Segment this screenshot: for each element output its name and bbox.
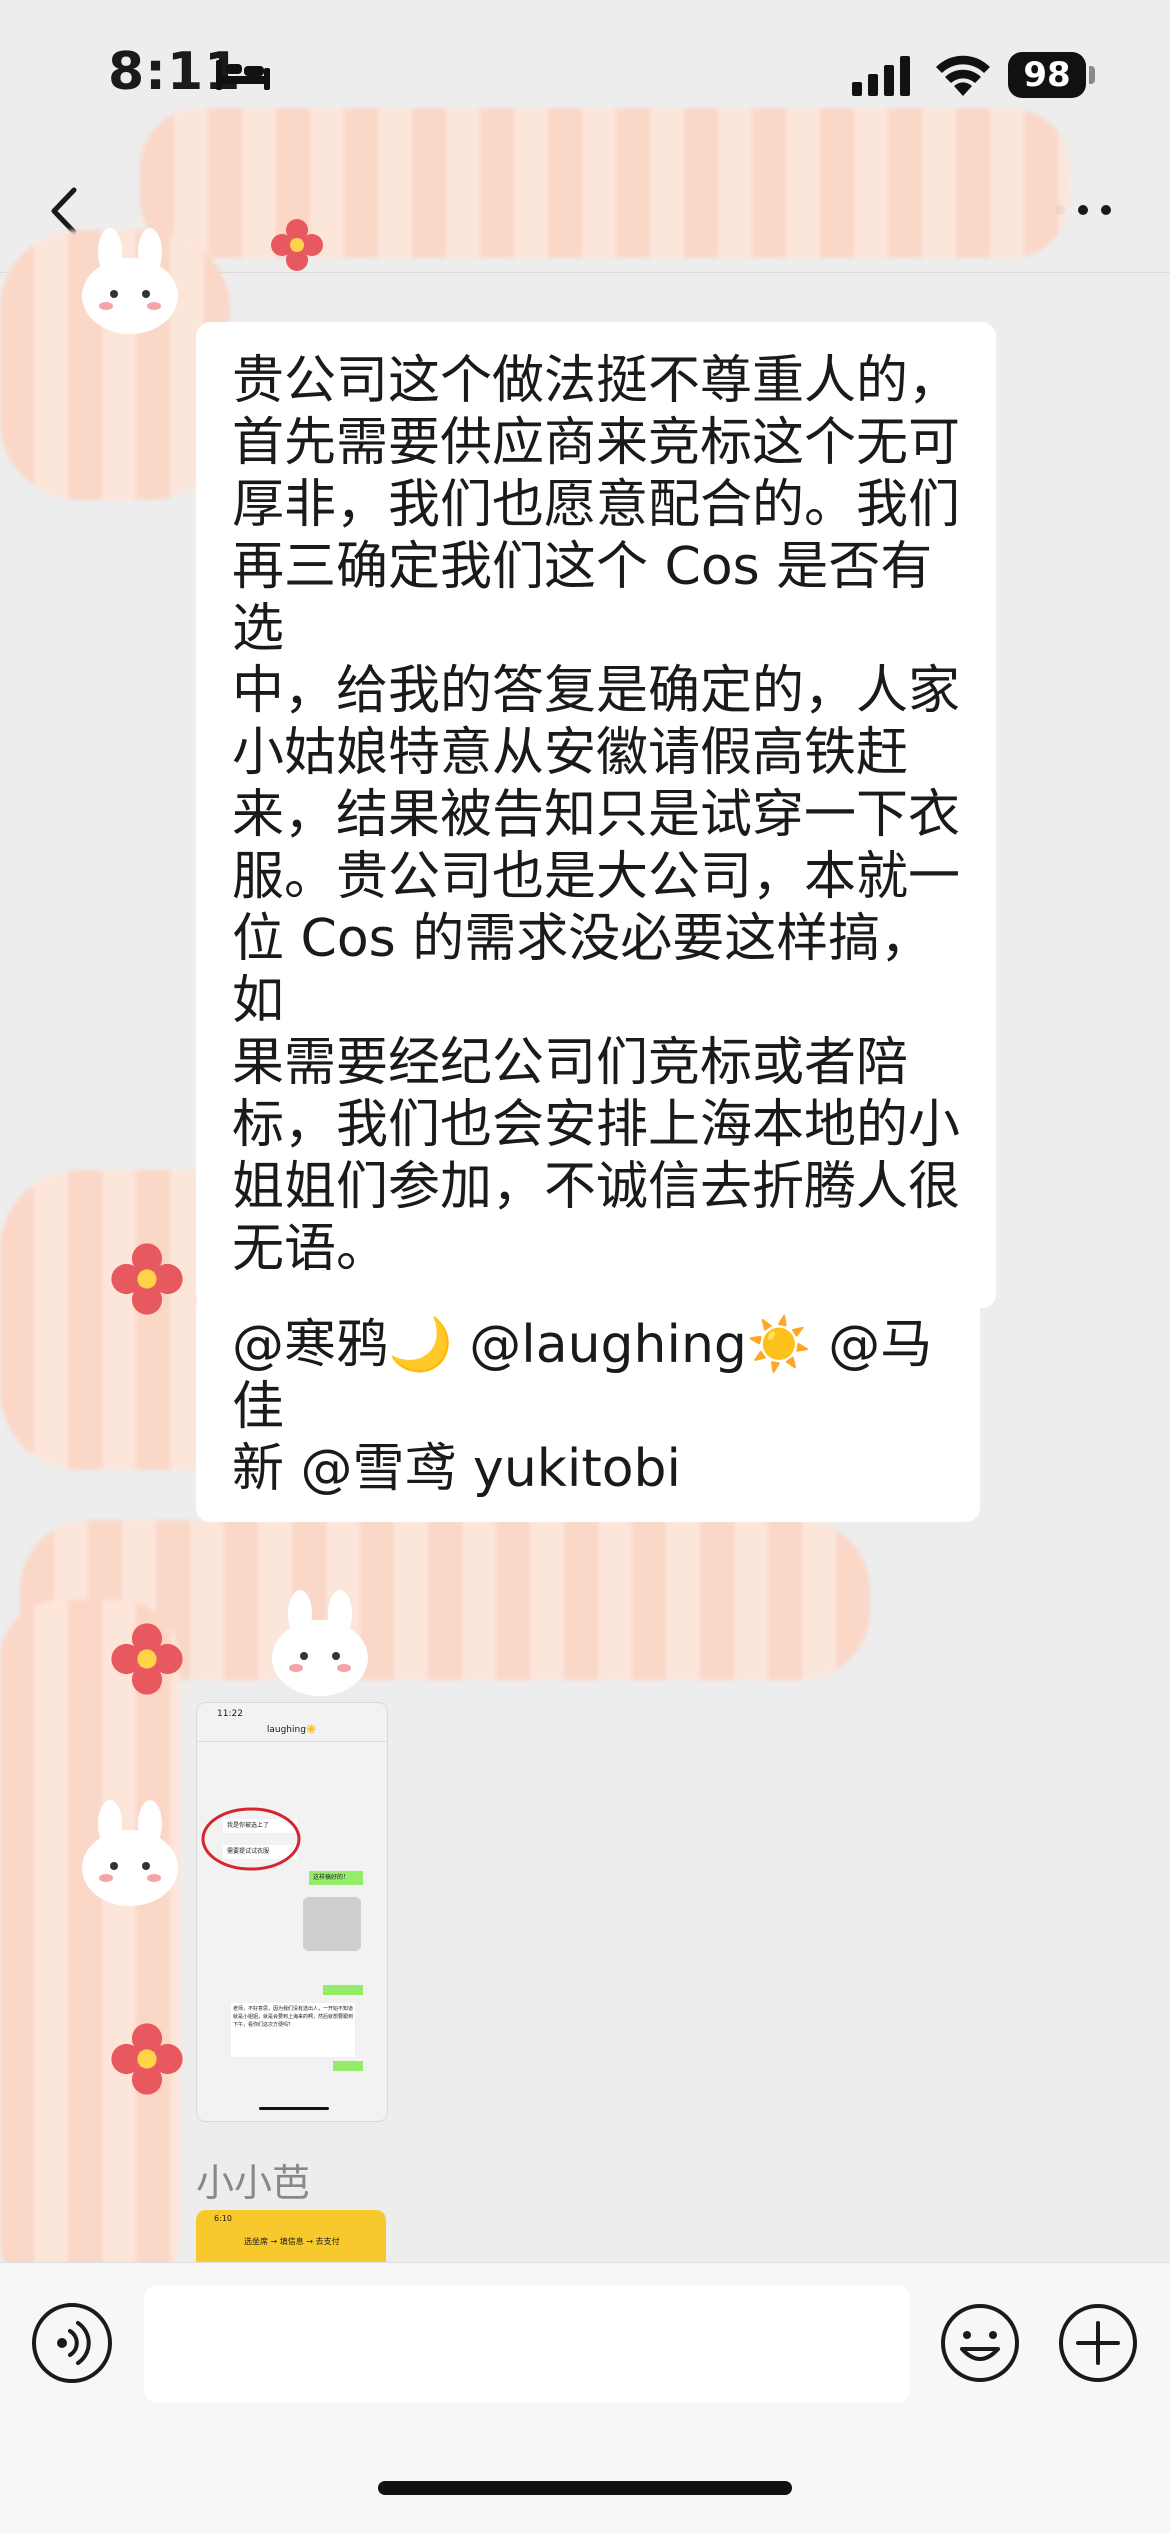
image-bubble: 这样搞好的！ [309, 1871, 363, 1885]
wifi-icon [936, 55, 990, 96]
emoji-icon[interactable] [938, 2301, 1022, 2385]
battery-nub [1089, 66, 1095, 84]
image-sticker [303, 1897, 361, 1951]
sleep-focus-icon [216, 60, 270, 90]
message-input[interactable] [144, 2285, 910, 2403]
card-text: 选坐席 → 填信息 → 去支付 [244, 2237, 340, 2246]
sender-name: 小小芭 [196, 2161, 311, 2205]
home-indicator[interactable] [378, 2481, 792, 2495]
battery-indicator: 98 [1008, 52, 1086, 98]
input-bar [0, 2262, 1170, 2533]
voice-icon [57, 2321, 91, 2365]
flower-sticker-icon [271, 219, 323, 271]
red-circle-annotation [201, 1807, 301, 1871]
ticket-card-message[interactable]: 6:10 选坐席 → 填信息 → 去支付 [196, 2210, 386, 2262]
image-status-time: 11:22 [217, 1709, 243, 1719]
message-bubble[interactable]: 贵公司这个做法挺不尊重人的， 首先需要供应商来竞标这个无可 厚非，我们也愿意配合… [196, 322, 996, 1308]
card-time: 6:10 [214, 2214, 232, 2223]
cellular-signal-icon [852, 56, 910, 96]
plus-icon[interactable] [1056, 2301, 1140, 2385]
image-chat-title: laughing☀️ [266, 1725, 318, 1735]
message-bubble[interactable]: @寒鸦🌙 @laughing☀️ @马佳 新 @雪鸢 yukitobi [196, 1292, 980, 1522]
chat-messages[interactable]: 贵公司这个做法挺不尊重人的， 首先需要供应商来竞标这个无可 厚非，我们也愿意配合… [0, 272, 1170, 2262]
image-message[interactable]: 11:22 laughing☀️ 我是你被选上了 需要提试试衣服 这样搞好的！ … [196, 1702, 388, 2122]
image-bubble: 老师，不好意思，因为我们没有选出人，一开始不知道就是小姐姐，就是会要到上海来的啊… [231, 2003, 355, 2057]
voice-input-button[interactable] [32, 2303, 112, 2383]
